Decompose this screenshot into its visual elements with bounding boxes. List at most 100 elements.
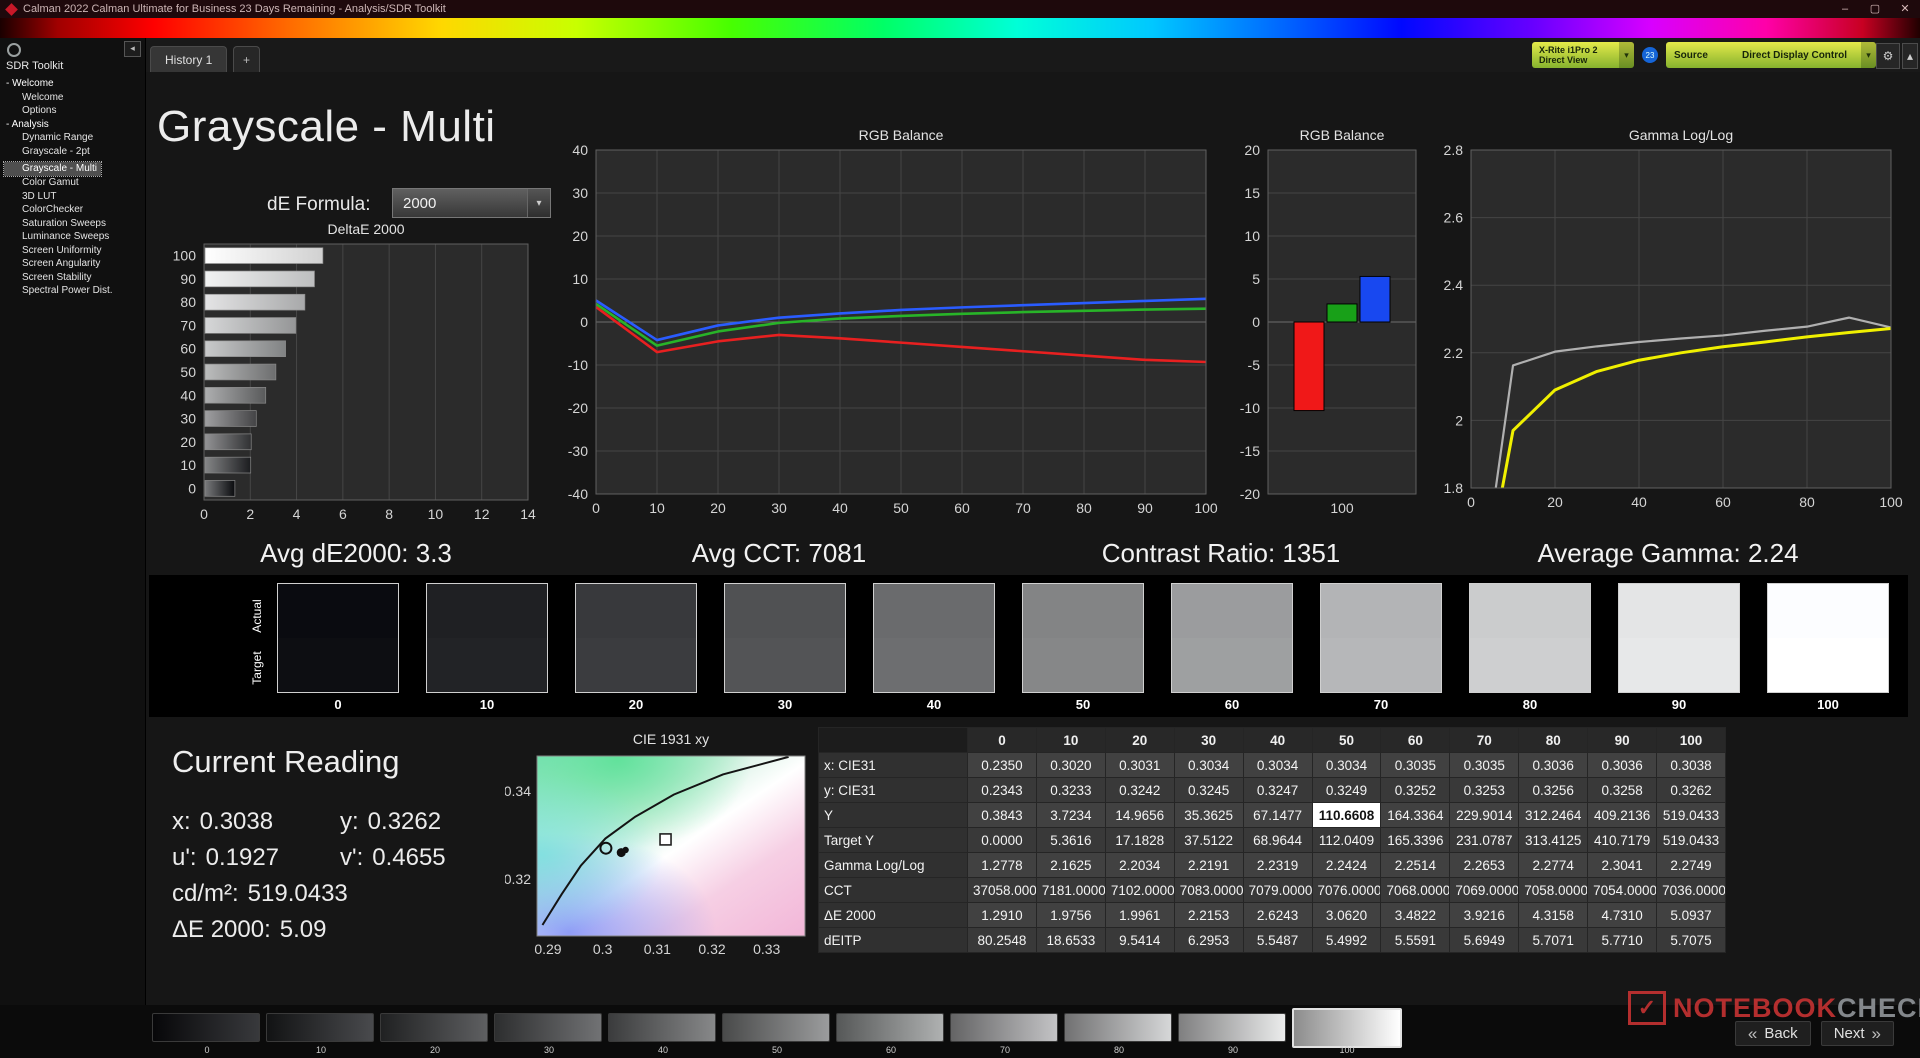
table-cell[interactable]: 409.2136 <box>1587 802 1658 828</box>
table-cell[interactable]: 1.2778 <box>967 852 1037 878</box>
level-swatch[interactable] <box>1292 1008 1402 1048</box>
sidebar-item-3d-lut[interactable]: 3D LUT <box>4 190 145 204</box>
table-cell[interactable]: 67.1477 <box>1242 802 1313 828</box>
table-cell[interactable]: 17.1828 <box>1104 827 1175 853</box>
level-button-0[interactable]: 0 <box>152 1010 262 1056</box>
table-cell[interactable]: 2.6243 <box>1242 902 1313 928</box>
table-cell[interactable]: 7102.0000 <box>1104 877 1175 903</box>
de-formula-dropdown[interactable]: 2000 ▾ <box>392 188 551 218</box>
sidebar-item-luminance-sweeps[interactable]: Luminance Sweeps <box>4 230 145 244</box>
collapse-panel-button[interactable]: ▴ <box>1902 43 1918 69</box>
table-cell[interactable]: 2.2774 <box>1518 852 1589 878</box>
level-button-70[interactable]: 70 <box>950 1010 1060 1056</box>
sidebar-item-screen-stability[interactable]: Screen Stability <box>4 271 145 285</box>
table-cell[interactable]: 37.5122 <box>1173 827 1244 853</box>
sidebar-item-welcome[interactable]: Welcome <box>4 77 145 91</box>
table-cell[interactable]: 18.6533 <box>1035 927 1106 953</box>
sidebar-item-welcome[interactable]: Welcome <box>4 91 145 105</box>
level-button-10[interactable]: 10 <box>266 1010 376 1056</box>
table-cell[interactable]: 0.3843 <box>967 802 1037 828</box>
table-cell[interactable]: 0.2343 <box>967 777 1037 803</box>
table-cell[interactable]: 4.3158 <box>1518 902 1589 928</box>
table-cell[interactable]: 0.3233 <box>1035 777 1106 803</box>
table-cell[interactable]: 5.7075 <box>1656 927 1726 953</box>
level-swatch[interactable] <box>1064 1013 1172 1042</box>
table-cell[interactable]: 313.4125 <box>1518 827 1589 853</box>
meter-selector[interactable]: X-Rite i1Pro 2 Direct View ▾ <box>1532 42 1634 68</box>
table-cell[interactable]: 0.3262 <box>1656 777 1726 803</box>
table-cell[interactable]: 7054.0000 <box>1587 877 1658 903</box>
table-cell[interactable]: 5.0937 <box>1656 902 1726 928</box>
display-control-selector[interactable]: Direct Display Control ▾ <box>1734 42 1876 68</box>
table-cell[interactable]: 0.3034 <box>1242 752 1313 778</box>
table-cell[interactable]: 5.7071 <box>1518 927 1589 953</box>
table-cell[interactable]: 2.2424 <box>1311 852 1382 878</box>
table-cell[interactable]: 2.2653 <box>1449 852 1520 878</box>
table-cell[interactable]: 5.7710 <box>1587 927 1658 953</box>
level-swatch[interactable] <box>950 1013 1058 1042</box>
next-button[interactable]: Next » <box>1820 1021 1894 1046</box>
table-cell[interactable]: 5.5487 <box>1242 927 1313 953</box>
table-cell[interactable]: 2.2153 <box>1173 902 1244 928</box>
table-cell[interactable]: 9.5414 <box>1104 927 1175 953</box>
table-cell[interactable]: 2.2034 <box>1104 852 1175 878</box>
level-button-90[interactable]: 90 <box>1178 1010 1288 1056</box>
table-cell[interactable]: 5.6949 <box>1449 927 1520 953</box>
table-cell[interactable]: 0.3252 <box>1380 777 1451 803</box>
table-cell[interactable]: 7058.0000 <box>1518 877 1589 903</box>
table-cell[interactable]: 7069.0000 <box>1449 877 1520 903</box>
level-swatch[interactable] <box>494 1013 602 1042</box>
add-tab-button[interactable]: + <box>233 46 261 72</box>
table-cell[interactable]: 1.9961 <box>1104 902 1175 928</box>
table-cell[interactable]: 5.4992 <box>1311 927 1382 953</box>
table-cell[interactable]: 7036.0000 <box>1656 877 1726 903</box>
maximize-button[interactable]: ▢ <box>1860 0 1890 18</box>
table-cell[interactable]: 80.2548 <box>967 927 1037 953</box>
table-cell[interactable]: 229.9014 <box>1449 802 1520 828</box>
table-cell[interactable]: 2.2319 <box>1242 852 1313 878</box>
level-button-80[interactable]: 80 <box>1064 1010 1174 1056</box>
table-cell[interactable]: 519.0433 <box>1656 802 1726 828</box>
table-cell[interactable]: 0.3245 <box>1173 777 1244 803</box>
table-cell[interactable]: 1.2910 <box>967 902 1037 928</box>
sidebar-item-colorchecker[interactable]: ColorChecker <box>4 203 145 217</box>
table-cell[interactable]: 7083.0000 <box>1173 877 1244 903</box>
sidebar-item-color-gamut[interactable]: Color Gamut <box>4 176 145 190</box>
record-icon[interactable] <box>7 43 21 57</box>
level-button-40[interactable]: 40 <box>608 1010 718 1056</box>
sidebar-item-analysis[interactable]: Analysis <box>4 118 145 132</box>
sidebar-item-grayscale-multi[interactable]: Grayscale - Multi <box>2 161 103 177</box>
table-cell[interactable]: 2.2749 <box>1656 852 1726 878</box>
table-cell[interactable]: 0.3258 <box>1587 777 1658 803</box>
table-cell[interactable]: 0.3247 <box>1242 777 1313 803</box>
table-cell[interactable]: 2.2514 <box>1380 852 1451 878</box>
table-cell[interactable]: 3.0620 <box>1311 902 1382 928</box>
table-cell[interactable]: 0.3038 <box>1656 752 1726 778</box>
settings-button[interactable]: ⚙ <box>1876 43 1900 69</box>
table-cell[interactable]: 6.2953 <box>1173 927 1244 953</box>
level-swatch[interactable] <box>722 1013 830 1042</box>
level-button-50[interactable]: 50 <box>722 1010 832 1056</box>
table-cell[interactable]: 0.3036 <box>1518 752 1589 778</box>
table-cell[interactable]: 1.9756 <box>1035 902 1106 928</box>
level-button-30[interactable]: 30 <box>494 1010 604 1056</box>
table-cell[interactable]: 0.0000 <box>967 827 1037 853</box>
back-button[interactable]: « Back <box>1734 1021 1811 1046</box>
table-cell[interactable]: 0.3256 <box>1518 777 1589 803</box>
table-cell[interactable]: 0.3036 <box>1587 752 1658 778</box>
table-cell[interactable]: 5.5591 <box>1380 927 1451 953</box>
minimize-button[interactable]: – <box>1830 0 1860 18</box>
level-swatch[interactable] <box>266 1013 374 1042</box>
table-cell[interactable]: 2.1625 <box>1035 852 1106 878</box>
level-swatch[interactable] <box>380 1013 488 1042</box>
table-cell[interactable]: 3.7234 <box>1035 802 1106 828</box>
table-cell[interactable]: 0.3253 <box>1449 777 1520 803</box>
table-cell[interactable]: 35.3625 <box>1173 802 1244 828</box>
table-cell[interactable]: 4.7310 <box>1587 902 1658 928</box>
close-button[interactable]: ✕ <box>1890 0 1920 18</box>
table-cell[interactable]: 0.3242 <box>1104 777 1175 803</box>
sidebar-item-screen-angularity[interactable]: Screen Angularity <box>4 257 145 271</box>
table-cell[interactable]: 0.3034 <box>1173 752 1244 778</box>
table-cell[interactable]: 164.3364 <box>1380 802 1451 828</box>
table-cell[interactable]: 68.9644 <box>1242 827 1313 853</box>
